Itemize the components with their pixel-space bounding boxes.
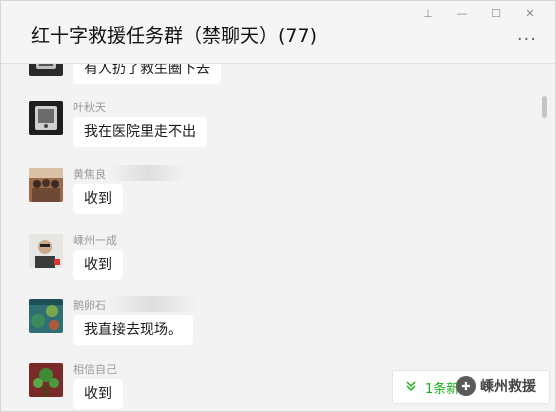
- group-photo-avatar[interactable]: [29, 168, 63, 202]
- blurred-text: [107, 165, 187, 181]
- title-bar: 红十字救援任务群（禁聊天）(77) ⊥ — ☐ ✕ ···: [1, 1, 555, 64]
- message-bubble[interactable]: 我在医院里走不出: [73, 117, 207, 147]
- chat-window: 红十字救援任务群（禁聊天）(77) ⊥ — ☐ ✕ ··· 有人扔了救生圈下去: [0, 0, 556, 412]
- more-options-button[interactable]: ···: [517, 31, 537, 49]
- message-bubble[interactable]: 收到: [73, 379, 123, 409]
- sender-name: 鹅卵石: [73, 299, 106, 312]
- minimize-icon[interactable]: —: [445, 3, 479, 23]
- sender-name: 叶秋天: [73, 101, 106, 114]
- close-icon[interactable]: ✕: [513, 3, 547, 23]
- person-avatar[interactable]: [29, 234, 63, 268]
- blurred-text: [107, 296, 197, 312]
- scrollbar[interactable]: [542, 96, 547, 118]
- message-item: 嵊州一成 收到: [29, 234, 509, 300]
- sender-name: 嵊州一成: [73, 234, 117, 247]
- plant-avatar[interactable]: [29, 363, 63, 397]
- chat-title: 红十字救援任务群（禁聊天）(77): [31, 25, 318, 47]
- message-bubble[interactable]: 有人扔了救生圈下去: [73, 64, 221, 84]
- sender-name: 相信自己: [73, 363, 117, 376]
- message-item: 鹅卵石 我直接去现场。: [29, 296, 509, 365]
- message-bubble[interactable]: 我直接去现场。: [73, 315, 193, 345]
- watermark-text: 嵊州救援: [480, 379, 536, 395]
- message-item: 叶秋天 我在医院里走不出: [29, 101, 509, 167]
- watermark: ✚ 嵊州救援: [456, 376, 536, 396]
- wechat-logo-icon: ✚: [456, 376, 476, 396]
- message-bubble[interactable]: 收到: [73, 184, 123, 214]
- double-chevron-down-icon: [405, 380, 419, 395]
- sender-name: 黄焦良: [73, 168, 106, 181]
- maximize-icon[interactable]: ☐: [479, 3, 513, 23]
- message-item: 黄焦良 收到: [29, 165, 509, 234]
- pin-icon[interactable]: ⊥: [411, 3, 445, 23]
- speaker-avatar[interactable]: [29, 64, 63, 76]
- reef-avatar[interactable]: [29, 299, 63, 333]
- message-list[interactable]: 有人扔了救生圈下去 叶秋天 我在医院里走不出 黄焦良 收到 嵊州一成 收到 鹅卵…: [1, 64, 541, 411]
- message-bubble[interactable]: 收到: [73, 250, 123, 280]
- speaker-avatar[interactable]: [29, 101, 63, 135]
- new-message-text: 1条新: [425, 381, 460, 397]
- window-controls: ⊥ — ☐ ✕: [411, 3, 547, 23]
